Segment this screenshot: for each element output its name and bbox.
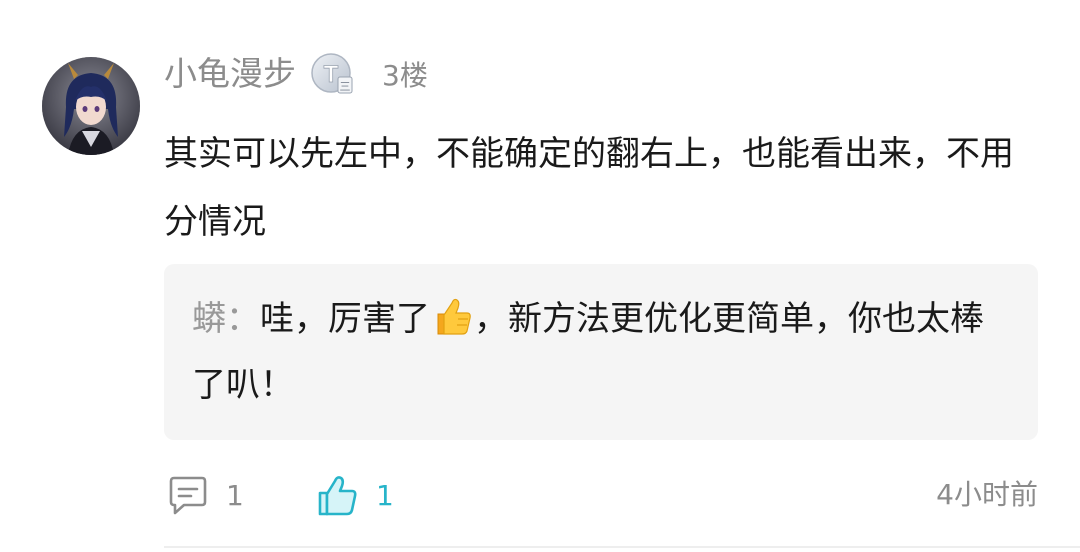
svg-text:T: T [324, 61, 339, 88]
floor-number: 3楼 [382, 59, 428, 92]
reply-text-part-1: 哇，厉害了 [260, 299, 430, 339]
reply-text: 蟒：哇，厉害了 ，新方法更优化更简单，你也太棒了叭！ [192, 286, 1012, 418]
comment-footer: 1 1 4小时前 [164, 470, 1038, 520]
like-button[interactable]: 1 [314, 470, 394, 520]
svg-text:三: 三 [340, 80, 351, 93]
divider [164, 546, 1080, 548]
avatar-image [42, 57, 140, 155]
user-level-badge-icon: T 三 [310, 51, 356, 97]
comment-icon [169, 476, 207, 515]
comment-header: 小龟漫步 T 三 3楼 [164, 52, 428, 96]
comment-text: 其实可以先左中，不能确定的翻右上，也能看出来，不用分情况 [164, 134, 1014, 242]
like-count: 1 [376, 478, 394, 512]
timestamp: 4小时前 [936, 478, 1038, 511]
reply-author[interactable]: 蟒： [192, 299, 260, 339]
username[interactable]: 小龟漫步 [164, 52, 296, 96]
reply-preview[interactable]: 蟒：哇，厉害了 ，新方法更优化更简单，你也太棒了叭！ [164, 264, 1038, 440]
reply-button[interactable]: 1 [164, 470, 244, 520]
reply-count: 1 [226, 478, 244, 512]
thumbs-up-icon [318, 476, 357, 516]
comment-card: 小龟漫步 T 三 3楼 其实可以先左中，不能确定的翻右上，也能看出来，不用分情况… [0, 0, 1080, 552]
thumbs-up-emoji-icon [430, 294, 474, 338]
avatar[interactable] [42, 57, 140, 155]
